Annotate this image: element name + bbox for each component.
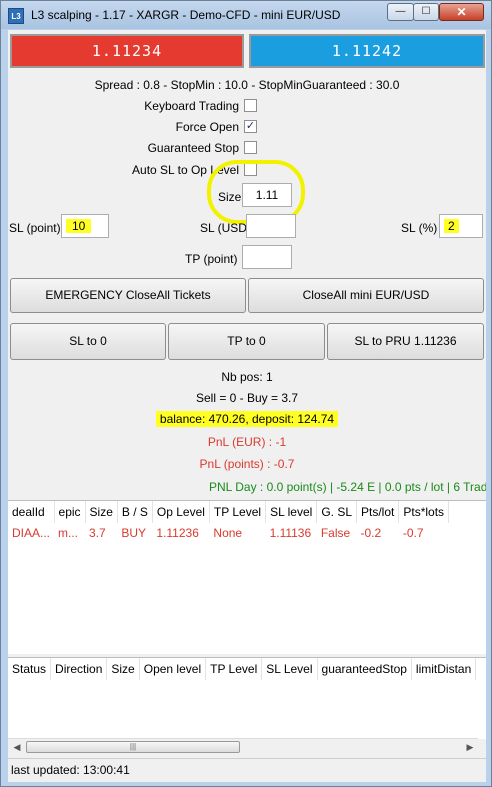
- guaranteed-stop-label: Guaranteed Stop: [147, 141, 239, 155]
- sl-percent-label: SL (%): [401, 221, 438, 235]
- sell-buy-summary: Sell = 0 - Buy = 3.7: [195, 391, 299, 405]
- scrollbar-thumb[interactable]: |||: [26, 741, 240, 753]
- tp-to-0-button[interactable]: TP to 0: [168, 323, 325, 360]
- pnl-points: PnL (points) : -0.7: [199, 457, 295, 471]
- orders-table[interactable]: Status Direction Size Open level TP Leve…: [8, 657, 486, 739]
- column-header[interactable]: TP Level: [209, 501, 267, 523]
- column-header[interactable]: Pts*lots: [398, 501, 450, 523]
- size-label: Size: [218, 190, 242, 204]
- cell-pts-times-lots: -0.7: [402, 526, 424, 540]
- balance-text: balance: 470.26, deposit: 124.74: [155, 411, 339, 427]
- keyboard-trading-checkbox[interactable]: [244, 99, 257, 112]
- column-header[interactable]: Size: [85, 501, 118, 523]
- status-bar: last updated: 13:00:41: [8, 758, 486, 782]
- column-header[interactable]: SL level: [265, 501, 318, 523]
- column-header[interactable]: SL Level: [261, 658, 318, 680]
- sl-point-input[interactable]: 10: [61, 214, 109, 238]
- emergency-close-all-button[interactable]: EMERGENCY CloseAll Tickets: [10, 278, 246, 313]
- pnl-day: PNL Day : 0.0 point(s) | -5.24 E | 0.0 p…: [209, 480, 486, 494]
- app-window: L3 L3 scalping - 1.17 - XARGR - Demo-CFD…: [0, 0, 492, 787]
- sl-point-value: 10: [66, 219, 92, 233]
- cell-guaranteed-sl: False: [320, 526, 351, 540]
- spread-info: Spread : 0.8 - StopMin : 10.0 - StopMinG…: [94, 78, 400, 92]
- sl-point-label: SL (point): [9, 221, 61, 235]
- balance-info: balance: 470.26, deposit: 124.74: [8, 411, 486, 427]
- column-header[interactable]: G. SL: [316, 501, 357, 523]
- scroll-right-icon[interactable]: ▶: [463, 740, 477, 754]
- column-header[interactable]: limitDistan: [411, 658, 477, 680]
- buy-price-button[interactable]: 1.11242: [249, 34, 485, 68]
- cell-deal-id: DIAA...: [12, 526, 51, 540]
- column-header[interactable]: dealId: [8, 501, 55, 523]
- cell-sl-level: 1.11136: [269, 526, 312, 540]
- column-header[interactable]: epic: [54, 501, 86, 523]
- guaranteed-stop-checkbox[interactable]: [244, 141, 257, 154]
- column-header[interactable]: Pts/lot: [356, 501, 400, 523]
- table-row[interactable]: DIAA... m... 3.7 BUY 1.11236 None 1.1113…: [8, 523, 449, 543]
- keyboard-trading-label: Keyboard Trading: [144, 99, 239, 113]
- window-title: L3 scalping - 1.17 - XARGR - Demo-CFD - …: [31, 8, 341, 22]
- positions-header-row: dealId epic Size B / S Op Level TP Level…: [8, 501, 450, 523]
- positions-table[interactable]: dealId epic Size B / S Op Level TP Level…: [8, 500, 486, 654]
- sell-price-button[interactable]: 1.11234: [10, 34, 244, 68]
- minimize-button[interactable]: —: [387, 3, 414, 21]
- sl-usd-input[interactable]: [246, 214, 296, 238]
- cell-pts-per-lot: -0.2: [360, 526, 382, 540]
- sl-percent-value: 2: [444, 219, 459, 233]
- column-header[interactable]: TP Level: [205, 658, 263, 680]
- title-bar[interactable]: L3 L3 scalping - 1.17 - XARGR - Demo-CFD…: [1, 1, 491, 29]
- pnl-eur: PnL (EUR) : -1: [207, 435, 287, 449]
- scroll-left-icon[interactable]: ◀: [10, 740, 24, 754]
- cell-epic: m...: [58, 526, 79, 540]
- close-button[interactable]: ✕: [439, 3, 484, 21]
- column-header[interactable]: Open level: [139, 658, 207, 680]
- column-header[interactable]: Op Level: [152, 501, 210, 523]
- column-header[interactable]: B / S: [117, 501, 153, 523]
- cell-size: 3.7: [89, 526, 106, 540]
- nb-positions: Nb pos: 1: [221, 370, 273, 384]
- sl-to-0-button[interactable]: SL to 0: [10, 323, 166, 360]
- sl-percent-input[interactable]: 2: [439, 214, 483, 238]
- app-icon: L3: [8, 8, 24, 24]
- cell-direction: BUY: [121, 526, 147, 540]
- column-header[interactable]: Size: [106, 658, 140, 680]
- column-header[interactable]: Status: [8, 658, 52, 680]
- close-all-mini-eurusd-button[interactable]: CloseAll mini EUR/USD: [248, 278, 484, 313]
- cell-tp-level: None: [213, 526, 243, 540]
- column-header[interactable]: Direction: [50, 658, 108, 680]
- force-open-checkbox[interactable]: ✓: [244, 120, 257, 133]
- column-header[interactable]: guaranteedStop: [317, 658, 412, 680]
- size-input[interactable]: 1.11: [242, 183, 292, 207]
- cell-op-level: 1.11236: [156, 526, 199, 540]
- tp-point-input[interactable]: [242, 245, 292, 269]
- tp-point-label: TP (point): [185, 252, 238, 266]
- horizontal-scrollbar[interactable]: ◀ ||| ▶: [8, 738, 478, 755]
- client-area: 1.11234 1.11242 Spread : 0.8 - StopMin :…: [8, 30, 486, 782]
- last-updated-text: last updated: 13:00:41: [11, 763, 130, 777]
- maximize-button[interactable]: ☐: [413, 3, 439, 21]
- orders-header-row: Status Direction Size Open level TP Leve…: [8, 658, 477, 680]
- sl-usd-label: SL (USD): [200, 221, 251, 235]
- sl-to-pru-button[interactable]: SL to PRU 1.11236: [327, 323, 484, 360]
- force-open-label: Force Open: [175, 120, 239, 134]
